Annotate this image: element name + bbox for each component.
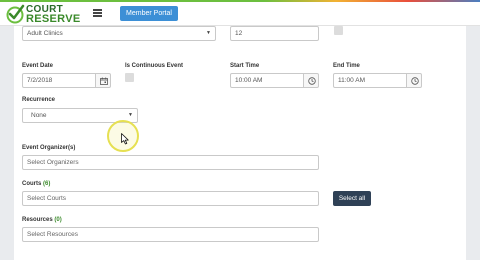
hamburger-menu-icon[interactable] — [93, 9, 102, 17]
recurrence-label: Recurrence — [22, 97, 56, 103]
event-date-value: 7/2/2018 — [27, 77, 53, 84]
organizers-label: Event Organizer(s) — [22, 145, 76, 151]
top-checkbox[interactable] — [334, 26, 343, 35]
end-time-label: End Time — [333, 63, 360, 69]
recurrence-value: None — [31, 112, 47, 119]
category-select[interactable]: Adult Clinics ▼ — [22, 26, 216, 41]
brand-stripe — [0, 0, 480, 2]
organizers-input[interactable]: Select Organizers — [22, 155, 319, 170]
logo-text-reserve: RESERVE — [26, 13, 81, 25]
event-date-label: Event Date — [22, 63, 54, 69]
calendar-button[interactable] — [95, 73, 111, 88]
resources-placeholder: Select Resources — [27, 231, 78, 238]
start-time-input[interactable]: 10:00 AM — [230, 73, 305, 88]
continuous-event-label: Is Continuous Event — [125, 63, 184, 69]
organizers-placeholder: Select Organizers — [27, 159, 79, 166]
end-time-clock-button[interactable] — [406, 73, 422, 88]
continuous-event-checkbox[interactable] — [125, 73, 134, 82]
courts-count: (6) — [43, 181, 51, 187]
chevron-down-icon: ▼ — [128, 112, 133, 118]
start-time-value: 10:00 AM — [235, 77, 263, 84]
calendar-icon — [100, 77, 108, 85]
start-time-clock-button[interactable] — [303, 73, 319, 88]
chevron-down-icon: ▼ — [206, 30, 211, 36]
resources-label: Resources (0) — [22, 217, 62, 223]
resources-label-text: Resources — [22, 217, 53, 223]
courts-label: Courts (6) — [22, 181, 50, 187]
clock-icon — [411, 77, 419, 85]
clock-icon — [308, 77, 316, 85]
courts-placeholder: Select Courts — [27, 195, 67, 202]
courts-input[interactable]: Select Courts — [22, 191, 319, 206]
number-value: 12 — [235, 30, 243, 37]
resources-count: (0) — [54, 217, 62, 223]
courts-label-text: Courts — [22, 181, 42, 187]
end-time-value: 11:00 AM — [338, 77, 365, 84]
checkmark-logo-icon — [6, 4, 25, 24]
resources-input[interactable]: Select Resources — [22, 227, 319, 242]
top-bar: COURT RESERVE Member Portal — [0, 0, 480, 26]
court-reserve-logo[interactable]: COURT RESERVE — [6, 3, 81, 25]
category-value: Adult Clinics — [27, 30, 63, 37]
member-portal-button[interactable]: Member Portal — [120, 6, 178, 21]
event-date-input[interactable]: 7/2/2018 — [22, 73, 97, 88]
start-time-label: Start Time — [230, 63, 260, 69]
number-input[interactable]: 12 — [230, 26, 319, 41]
end-time-input[interactable]: 11:00 AM — [333, 73, 408, 88]
select-all-courts-button[interactable]: Select all — [333, 191, 371, 206]
mouse-pointer-icon — [121, 133, 129, 145]
event-form-panel — [14, 26, 466, 260]
